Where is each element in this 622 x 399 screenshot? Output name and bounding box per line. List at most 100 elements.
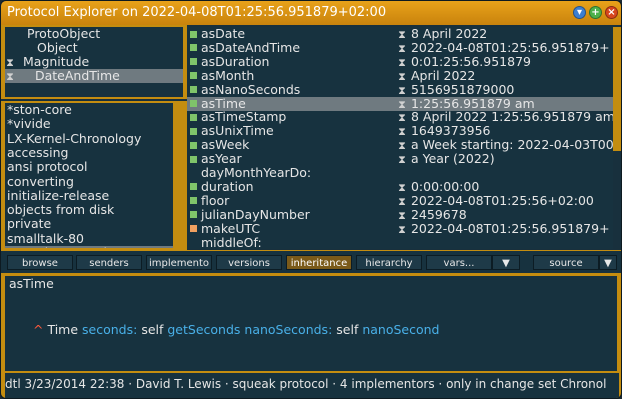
- message-name: asTime: [201, 95, 246, 111]
- message-row[interactable]: asNanoSeconds ⧗ 5156951879000: [187, 82, 613, 97]
- source-button[interactable]: source: [533, 255, 599, 270]
- message-name: asWeek: [201, 137, 250, 153]
- category-item[interactable]: converting: [5, 174, 173, 189]
- message-value: a Year (2022): [407, 151, 495, 167]
- inheritance-button[interactable]: inheritance: [286, 255, 352, 270]
- message-name: asTimeStamp: [201, 109, 287, 125]
- status-mark-icon: [190, 86, 197, 94]
- message-name: middleOf:: [201, 234, 262, 249]
- category-item[interactable]: ansi protocol: [5, 160, 173, 174]
- status-mark-icon: [190, 183, 197, 191]
- message-row[interactable]: duration ⧗ 0:00:00:00: [187, 178, 613, 194]
- hierarchy-button[interactable]: hierarchy: [356, 255, 422, 270]
- message-value: 1649373956: [407, 123, 491, 139]
- message-value: 8 April 2022 1:25:56.951879 am: [407, 109, 613, 125]
- status-mark-icon: [190, 72, 197, 80]
- status-mark-icon: [190, 44, 197, 52]
- vars-dropdown-icon[interactable]: ▼: [492, 255, 520, 270]
- message-value: 0:00:00:00: [407, 178, 480, 194]
- category-item[interactable]: *vivide: [5, 117, 173, 131]
- browse-button[interactable]: browse: [7, 255, 73, 270]
- message-row[interactable]: asYear ⧗ a Year (2022): [187, 152, 613, 166]
- message-value: April 2022: [407, 67, 476, 83]
- message-row[interactable]: asDate ⧗ 8 April 2022: [187, 27, 613, 41]
- message-row[interactable]: asTimeStamp ⧗ 8 April 2022 1:25:56.951879…: [187, 110, 613, 124]
- message-name: duration: [201, 178, 254, 194]
- hourglass-icon: ⧗: [398, 111, 406, 125]
- category-item[interactable]: *ston-core: [5, 103, 173, 117]
- message-name: asDateAndTime: [201, 39, 301, 55]
- message-row[interactable]: dayMonthYearDo:: [187, 166, 613, 180]
- message-row[interactable]: asMonth ⧗ April 2022: [187, 67, 613, 83]
- category-item[interactable]: initialize-release: [5, 188, 173, 203]
- message-row[interactable]: asUnixTime ⧗ 1649373956: [187, 124, 613, 138]
- status-mark-icon: [190, 30, 197, 38]
- message-value: 1:25:56.951879 am: [407, 95, 535, 111]
- class-tree-item[interactable]: ⧗ DateAndTime: [5, 69, 183, 83]
- hourglass-icon: ⧗: [398, 139, 406, 153]
- expand-icon[interactable]: +: [589, 6, 602, 19]
- message-name: asDuration: [201, 53, 270, 69]
- code-token: seconds:: [82, 322, 138, 337]
- hourglass-icon: ⧗: [398, 208, 406, 222]
- message-row[interactable]: makeUTC ⧗ 2022-04-08T01:25:56.951879+: [187, 220, 613, 236]
- protocol-explorer-window: Protocol Explorer on 2022-04-08T01:25:56…: [0, 0, 622, 399]
- source-dropdown-icon[interactable]: ▼: [599, 255, 617, 270]
- message-row[interactable]: julianDayNumber ⧗ 2459678: [187, 206, 613, 222]
- status-mark-icon: [190, 170, 197, 177]
- message-name: asDate: [201, 27, 246, 41]
- message-value: 0:01:25:56.951879: [407, 53, 531, 69]
- message-scrollbar[interactable]: [613, 27, 621, 151]
- vars-button[interactable]: vars...: [426, 255, 492, 270]
- category-scrollbar[interactable]: [175, 169, 183, 249]
- senders-button[interactable]: senders: [76, 255, 142, 270]
- message-value: 2459678: [407, 206, 467, 222]
- message-value: 2022-04-08T01:25:56+02:00: [407, 192, 594, 208]
- message-row[interactable]: asWeek ⧗ a Week starting: 2022-04-03T00: [187, 138, 613, 152]
- message-row[interactable]: middleOf:: [187, 234, 613, 249]
- hourglass-icon: ⧗: [398, 153, 406, 167]
- category-item[interactable]: objects from disk: [5, 203, 173, 217]
- hourglass-icon: ⧗: [398, 194, 406, 208]
- message-row[interactable]: asDuration ⧗ 0:01:25:56.951879: [187, 53, 613, 69]
- menu-icon[interactable]: ▾: [573, 6, 586, 19]
- message-name: asMonth: [201, 67, 255, 83]
- status-mark-icon: [190, 225, 197, 233]
- code-token: Time: [47, 322, 83, 337]
- message-row[interactable]: asTime ⧗ 1:25:56.951879 am: [187, 95, 613, 111]
- message-name: julianDayNumber: [201, 206, 310, 222]
- versions-button[interactable]: versions: [216, 255, 282, 270]
- class-tree-pane[interactable]: ProtoObject Object ⧗ Magnitude ⧗ DateAndTime: [5, 27, 183, 97]
- status-mark-icon: [190, 127, 197, 135]
- code-editor[interactable]: asTime ^ Time seconds: self getSeconds n…: [5, 276, 617, 371]
- message-list[interactable]: asDate ⧗ 8 April 2022 asDateAndTime ⧗ 2022-…: [187, 27, 613, 249]
- class-tree-item[interactable]: ProtoObject: [5, 27, 183, 41]
- class-tree-label: Object: [37, 40, 78, 55]
- category-item[interactable]: accessing: [5, 145, 173, 160]
- status-mark-icon: [190, 239, 197, 246]
- hourglass-icon: ⧗: [398, 180, 406, 194]
- close-icon[interactable]: ×: [605, 6, 618, 19]
- status-text: dtl 3/23/2014 22:38 · David T. Lewis · s…: [5, 377, 607, 391]
- category-item[interactable]: private: [5, 217, 173, 231]
- category-list[interactable]: *ston-core *vivide LX-Kernel-Chronology acc…: [5, 103, 173, 248]
- hourglass-icon: ⧗: [398, 97, 406, 111]
- message-row[interactable]: asDateAndTime ⧗ 2022-04-08T01:25:56.95187…: [187, 39, 613, 55]
- message-value: 2022-04-08T01:25:56.951879+: [407, 220, 610, 236]
- message-name: dayMonthYearDo:: [201, 165, 312, 180]
- message-row[interactable]: floor ⧗ 2022-04-08T01:25:56+02:00: [187, 192, 613, 208]
- class-tree-item[interactable]: ⧗ Magnitude: [5, 55, 183, 70]
- category-item[interactable]: LX-Kernel-Chronology: [5, 131, 173, 146]
- implementors-button[interactable]: implemento: [146, 255, 212, 270]
- hourglass-icon: ⧗: [398, 28, 406, 41]
- message-name: floor: [201, 192, 230, 208]
- class-tree-item[interactable]: Object: [5, 41, 183, 55]
- class-tree-label: ProtoObject: [27, 27, 101, 41]
- category-item[interactable]: smalltalk-80: [5, 231, 173, 246]
- status-mark-icon: [190, 141, 197, 149]
- status-mark-icon: [190, 211, 197, 219]
- hourglass-icon: ⧗: [398, 222, 406, 236]
- title-bar[interactable]: Protocol Explorer on 2022-04-08T01:25:56…: [1, 1, 621, 25]
- category-item[interactable]: squeak protocol: [5, 246, 173, 248]
- status-mark-icon: [190, 113, 197, 121]
